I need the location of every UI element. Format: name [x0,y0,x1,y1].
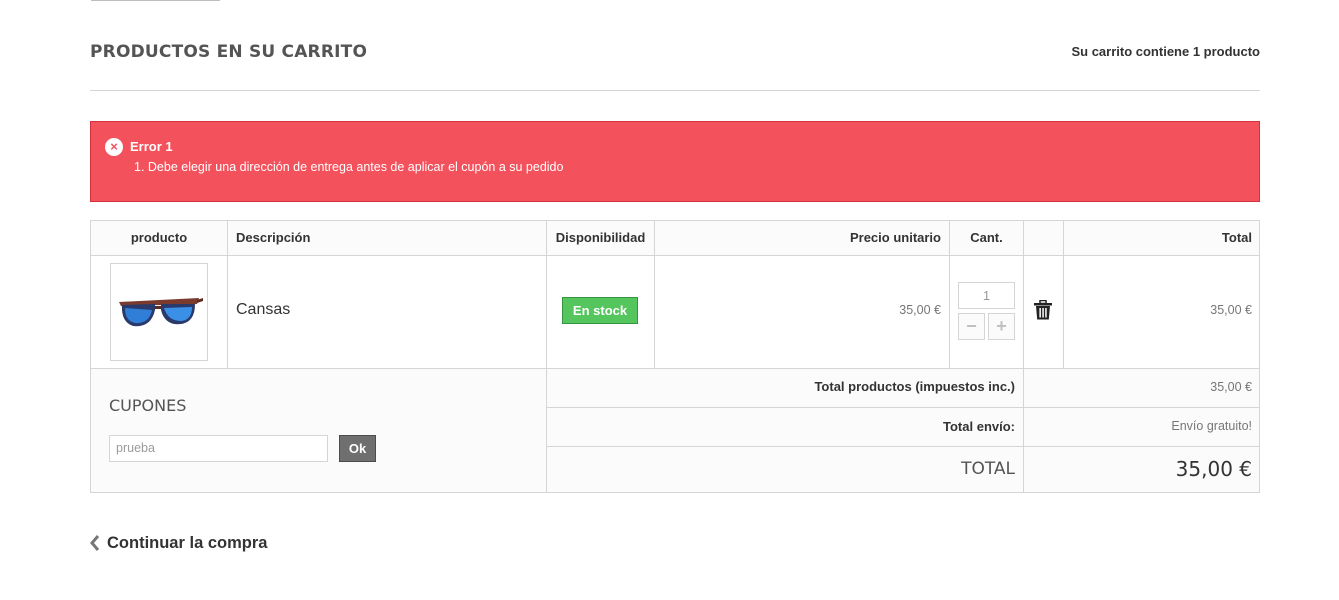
line-total-cell: 35,00 € [1064,256,1260,368]
grand-total-value: 35,00 € [1175,457,1252,481]
top-divider-stub [91,0,220,1]
coupon-code-input[interactable]: prueba [109,435,328,462]
close-circle-icon: × [105,138,123,156]
total-shipping-label: Total envío: [547,408,1024,446]
total-products-label: Total productos (impuestos inc.) [547,369,1024,407]
header-description: Descripción [228,221,547,256]
page-title: PRODUCTOS EN SU CARRITO [90,42,368,62]
sunglasses-thumbnail [119,298,203,327]
unit-price: 35,00 € [899,303,941,317]
table-footer: CUPONES prueba Ok Total productos (impue… [91,369,1260,492]
product-image-cell [91,256,228,368]
total-products-value: 35,00 € [1210,380,1252,394]
unit-price-cell: 35,00 € [655,256,950,368]
cart-count-label: Su carrito contiene 1 producto [1071,44,1260,59]
summary-row-total: TOTAL 35,00 € [547,447,1260,492]
line-total: 35,00 € [1210,303,1252,317]
quantity-cell: 1 − + [950,256,1024,368]
table-header: producto Descripción Disponibilidad Prec… [91,221,1259,256]
product-thumbnail[interactable] [110,263,208,361]
increase-quantity-button[interactable]: + [988,313,1015,340]
cart-table: producto Descripción Disponibilidad Prec… [90,220,1260,493]
continue-shopping-link[interactable]: Continuar la compra [90,534,267,553]
decrease-quantity-button[interactable]: − [958,313,985,340]
trash-icon[interactable] [1034,299,1052,325]
continue-shopping-label: Continuar la compra [107,534,268,552]
availability-cell: En stock [547,256,655,368]
summary-row-products: Total productos (impuestos inc.) 35,00 € [547,369,1260,408]
apply-coupon-button[interactable]: Ok [339,435,376,462]
table-row: Cansas En stock 35,00 € 1 − + 35,00 € [91,256,1259,369]
grand-total-label: TOTAL [547,447,1024,492]
coupons-section: CUPONES prueba Ok [91,369,547,492]
total-shipping-value: Envío gratuito! [1171,419,1252,433]
stock-badge: En stock [562,297,638,324]
product-description-cell: Cansas [228,256,547,368]
product-name-link[interactable]: Cansas [236,301,290,319]
coupons-title: CUPONES [109,396,187,415]
alert-message: 1. Debe elegir una dirección de entrega … [134,160,564,174]
delete-cell [1024,256,1064,368]
header-quantity: Cant. [950,221,1024,256]
chevron-left-icon [90,534,100,553]
heading-divider [90,90,1260,91]
header-unit-price: Precio unitario [655,221,950,256]
alert-title: Error 1 [130,139,173,154]
summary-row-shipping: Total envío: Envío gratuito! [547,408,1260,447]
quantity-input[interactable]: 1 [958,282,1015,309]
error-alert: × Error 1 1. Debe elegir una dirección d… [90,121,1260,202]
header-product: producto [91,221,228,256]
header-total: Total [1221,230,1252,245]
header-availability: Disponibilidad [547,221,655,256]
header-delete [1024,221,1064,256]
